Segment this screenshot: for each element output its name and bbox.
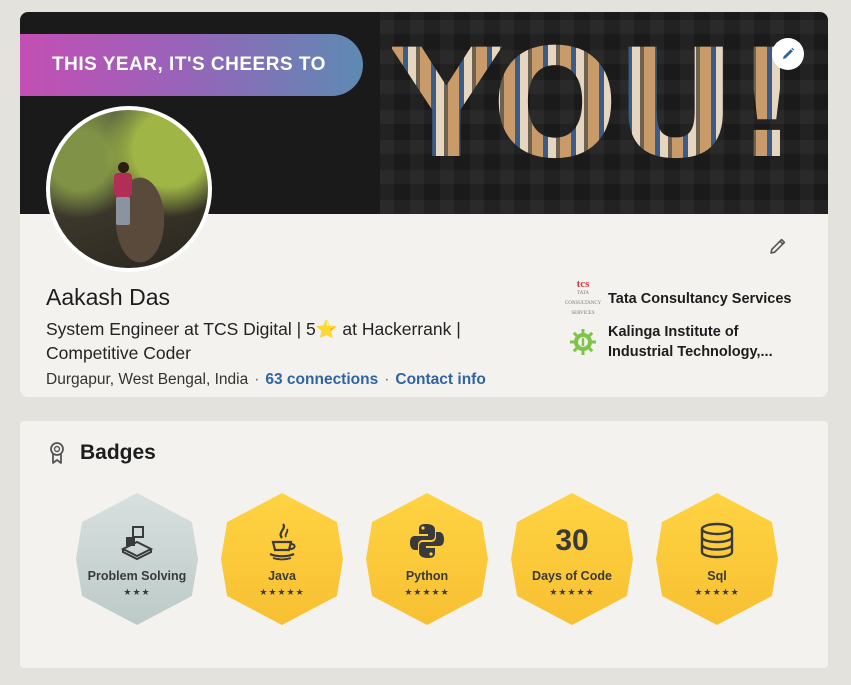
java-cup-icon (262, 521, 302, 561)
profile-avatar[interactable] (46, 106, 212, 272)
badge-stars: ★★★★★ (404, 587, 450, 597)
banner-tagline-pill: THIS YEAR, IT'S CHEERS TO (20, 34, 363, 96)
education-institution[interactable]: Kalinga Institute of Industrial Technolo… (568, 322, 798, 362)
badge-label: Python (405, 569, 449, 583)
badge-stars: ★★★ (123, 587, 151, 597)
profile-headline: System Engineer at TCS Digital | 5⭐ at H… (46, 319, 461, 363)
profile-card: THIS YEAR, IT'S CHEERS TO YOU! Aakash Da… (20, 12, 828, 397)
kiit-logo (568, 327, 598, 357)
profile-meta: Durgapur, West Bengal, India · 63 connecti… (46, 371, 486, 389)
contact-info-link[interactable]: Contact info (395, 371, 485, 388)
badge-label: Problem Solving (87, 569, 187, 583)
badge-label: Sql (707, 569, 727, 583)
edit-profile-button[interactable] (766, 234, 790, 258)
badge-label: Days of Code (532, 569, 612, 583)
badge-number: 30 (555, 524, 589, 557)
profile-name: Aakash Das (46, 284, 171, 310)
cube-blocks-icon (117, 521, 157, 561)
badge-stars: ★★★★★ (694, 587, 740, 597)
badge-java[interactable]: Java ★★★★★ (221, 493, 343, 625)
company-name: Tata Consultancy Services (608, 291, 792, 307)
meta-separator: · (384, 371, 390, 388)
meta-separator: · (254, 371, 260, 388)
badges-card: Badges Problem Solving ★★★ Java ★★★★★ Py… (20, 421, 828, 668)
badge-stars: ★★★★★ (549, 587, 595, 597)
badge-problem-solving[interactable]: Problem Solving ★★★ (76, 493, 198, 625)
banner-tagline: THIS YEAR, IT'S CHEERS TO (52, 54, 326, 75)
badge-python[interactable]: Python ★★★★★ (366, 493, 488, 625)
award-ribbon-icon (50, 442, 64, 464)
profile-location: Durgapur, West Bengal, India (46, 371, 249, 388)
badges-header: Badges (48, 441, 156, 465)
badge-label: Java (268, 569, 296, 583)
badge-sql[interactable]: Sql ★★★★★ (656, 493, 778, 625)
python-logo-icon (407, 521, 447, 561)
current-company[interactable]: tcs TATA CONSULTANCY SERVICES Tata Consul… (564, 278, 798, 317)
avatar-person-figure (112, 162, 134, 226)
banner-highlight-text: YOU! (392, 18, 797, 192)
pencil-icon (783, 47, 795, 59)
badge-days-of-code[interactable]: 30 Days of Code ★★★★★ (511, 493, 633, 625)
badge-stars: ★★★★★ (259, 587, 305, 597)
database-icon (697, 521, 737, 561)
tcs-logo: tcs TATA CONSULTANCY SERVICES (564, 278, 602, 317)
badges-title: Badges (80, 441, 156, 464)
pencil-icon (770, 238, 786, 254)
institution-name: Kalinga Institute of Industrial Technolo… (608, 324, 773, 360)
connections-link[interactable]: 63 connections (265, 371, 378, 388)
edit-banner-button[interactable] (772, 38, 804, 70)
